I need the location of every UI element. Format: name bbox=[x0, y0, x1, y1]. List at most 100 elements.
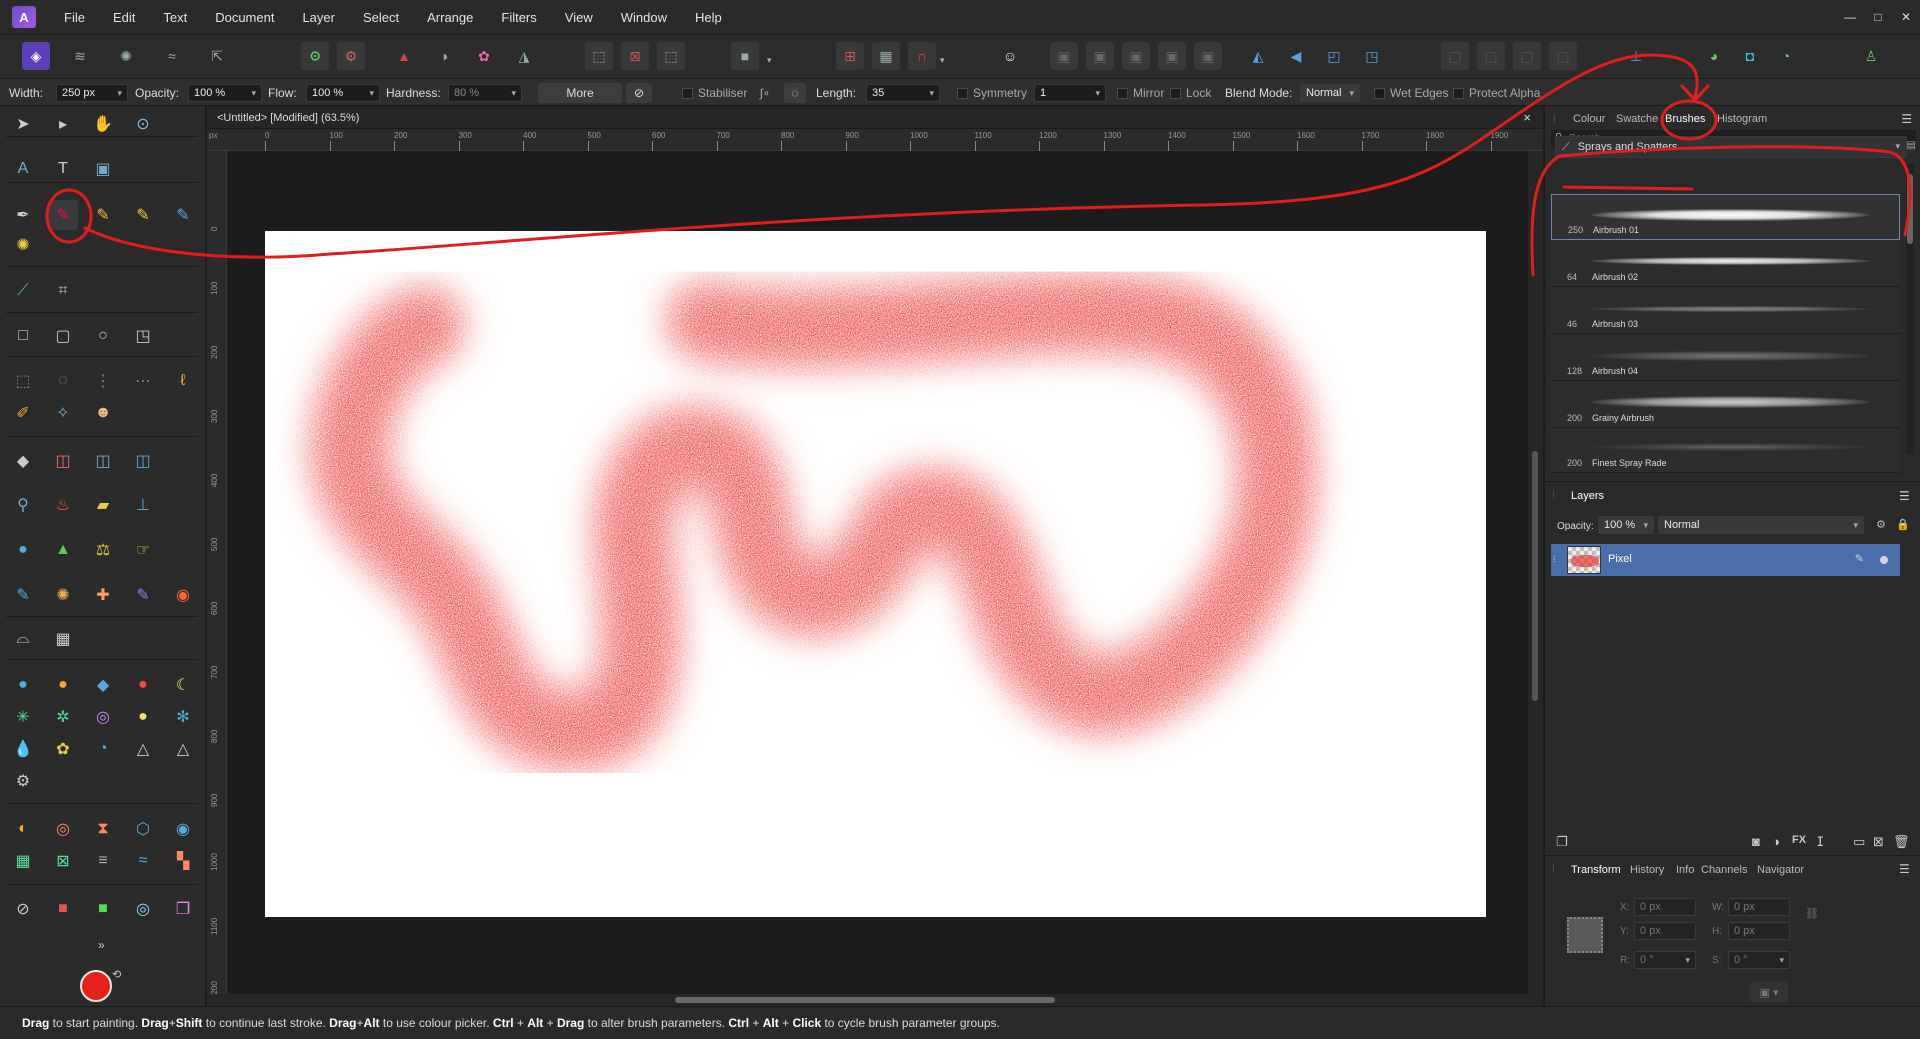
select-all-icon[interactable]: ⬚ bbox=[585, 42, 613, 70]
list-item[interactable]: 250 Airbrush 01 bbox=[1551, 194, 1900, 240]
layers-panel-menu-icon[interactable]: ☰ bbox=[1899, 489, 1910, 503]
auto-white-balance-icon[interactable]: ◮ bbox=[510, 42, 538, 70]
spiral-shape-icon[interactable]: ◐ bbox=[8, 814, 38, 844]
link-aspect-icon[interactable]: ⛓ bbox=[1805, 907, 1819, 920]
develop-persona-icon[interactable]: ✺ bbox=[112, 42, 140, 70]
cube-shape-icon[interactable]: ◆ bbox=[88, 670, 118, 700]
elliptical-marquee-icon[interactable]: ◌ bbox=[48, 366, 78, 396]
triangle-shape-icon[interactable]: △ bbox=[128, 734, 158, 764]
burn-brush-icon[interactable]: ♨ bbox=[48, 490, 78, 520]
liquify-persona-icon[interactable]: ≋ bbox=[66, 42, 94, 70]
segment-shape-icon[interactable]: ◔ bbox=[88, 734, 118, 764]
tab-colour[interactable]: Colour bbox=[1573, 113, 1605, 125]
lock-checkbox[interactable] bbox=[1170, 88, 1181, 99]
anchor-selector[interactable] bbox=[1567, 917, 1603, 953]
live-filters-icon[interactable]: ◘ bbox=[1736, 42, 1764, 70]
ellipse-tool-icon[interactable]: ○ bbox=[88, 321, 118, 351]
red-square-icon[interactable]: ■ bbox=[48, 894, 78, 924]
background-erase-icon[interactable]: ◫ bbox=[88, 446, 118, 476]
hex-shape-icon[interactable]: ⬡ bbox=[128, 814, 158, 844]
flip-vertical-icon[interactable]: ◀ bbox=[1282, 42, 1310, 70]
menu-file[interactable]: File bbox=[64, 10, 85, 25]
trapezoid-shape-icon[interactable]: △ bbox=[168, 734, 198, 764]
list-item[interactable]: 200 Finest Spray Rade bbox=[1551, 429, 1900, 473]
rectangular-marquee-icon[interactable]: ⬚ bbox=[8, 366, 38, 396]
tab-navigator[interactable]: Navigator bbox=[1757, 864, 1804, 876]
snapping-magnet-icon[interactable]: ∩ bbox=[908, 42, 936, 70]
deselect-icon[interactable]: ⊠ bbox=[621, 42, 649, 70]
grid-icon[interactable]: ⊞ bbox=[836, 42, 864, 70]
panel-menu-icon[interactable]: ☰ bbox=[1901, 112, 1912, 126]
menu-edit[interactable]: Edit bbox=[113, 10, 135, 25]
minimize-button[interactable]: — bbox=[1836, 10, 1864, 24]
artistic-text-tool-icon[interactable]: A bbox=[8, 154, 38, 184]
primary-colour-swatch[interactable] bbox=[80, 970, 112, 1002]
layer-expand-icon[interactable]: ⁞ bbox=[1553, 554, 1556, 564]
tab-info[interactable]: Info bbox=[1676, 864, 1694, 876]
crop-tool-icon[interactable]: ⌗ bbox=[48, 276, 78, 306]
swap-colours-icon[interactable]: ⟲ bbox=[112, 968, 121, 981]
chevron-down-icon[interactable]: ▾ bbox=[940, 55, 945, 66]
menu-layer[interactable]: Layer bbox=[302, 10, 335, 25]
tab-channels[interactable]: Channels bbox=[1701, 864, 1747, 876]
live-filter-layer-icon[interactable]: FX bbox=[1792, 834, 1806, 846]
tab-swatches[interactable]: Swatches bbox=[1616, 113, 1658, 125]
blur-brush-icon[interactable]: ● bbox=[8, 535, 38, 565]
tone-mapping-persona-icon[interactable]: ≈ bbox=[158, 42, 186, 70]
more-button[interactable]: More bbox=[538, 83, 622, 103]
brush-list-scrollbar[interactable] bbox=[1906, 164, 1914, 454]
photo-persona-icon[interactable]: ◈ bbox=[22, 42, 50, 70]
snapping-settings-icon[interactable]: ⚙ bbox=[337, 42, 365, 70]
window-mode-icon[interactable]: ◌ bbox=[784, 83, 806, 103]
brush-layer-icon[interactable]: ⵊ bbox=[1817, 834, 1824, 850]
layers-panel-title[interactable]: Layers bbox=[1571, 490, 1604, 502]
cog-shape-icon[interactable]: ✲ bbox=[48, 702, 78, 732]
sun-shape-icon[interactable]: ● bbox=[48, 670, 78, 700]
target-shape-icon[interactable]: ◎ bbox=[48, 814, 78, 844]
column-marquee-icon[interactable]: ⋮ bbox=[88, 366, 118, 396]
symmetry-count-field[interactable]: 1 ▾ bbox=[1034, 84, 1106, 102]
stripes-icon[interactable]: ≡ bbox=[88, 846, 118, 876]
auto-contrast-icon[interactable]: ◑ bbox=[430, 42, 458, 70]
pattern-shape-icon[interactable]: ▚ bbox=[168, 846, 198, 876]
alignment-icon[interactable]: ⊥ bbox=[1622, 42, 1650, 70]
invert-selection-icon[interactable]: ⬚ bbox=[657, 42, 685, 70]
adjustments-icon[interactable]: ◕ bbox=[1700, 42, 1728, 70]
paint-brush-tool-icon[interactable]: ✎ bbox=[48, 200, 78, 230]
quick-mask-icon[interactable]: ■ bbox=[731, 42, 759, 70]
paint-mixer-icon[interactable]: ✺ bbox=[8, 230, 38, 260]
chevron-down-icon[interactable]: ▾ bbox=[767, 55, 772, 66]
sphere-shape-icon[interactable]: ● bbox=[8, 670, 38, 700]
auto-colour-icon[interactable]: ✿ bbox=[470, 42, 498, 70]
x-field[interactable]: 0 px bbox=[1634, 898, 1696, 916]
add-group-icon[interactable]: ▭ bbox=[1853, 834, 1865, 850]
smudge-brush-icon[interactable]: ☞ bbox=[128, 535, 158, 565]
clone-brush-icon[interactable]: ⊥ bbox=[128, 490, 158, 520]
gradient-tool-icon[interactable]: ⟋ bbox=[8, 276, 38, 306]
refine-selection-icon[interactable]: ☻ bbox=[88, 398, 118, 428]
mixer-brush-tool-icon[interactable]: ✎ bbox=[168, 200, 198, 230]
colour-replacement-brush-icon[interactable]: ✎ bbox=[88, 200, 118, 230]
panel-grip-icon[interactable]: ⁞ bbox=[1552, 490, 1555, 501]
tab-transform[interactable]: Transform bbox=[1571, 864, 1621, 876]
panel-grip-icon[interactable]: ⁞ bbox=[1552, 864, 1555, 875]
menu-arrange[interactable]: Arrange bbox=[427, 10, 473, 25]
maximize-button[interactable]: □ bbox=[1864, 10, 1892, 24]
brush-list-scroll-thumb[interactable] bbox=[1907, 174, 1913, 244]
menu-help[interactable]: Help bbox=[695, 10, 722, 25]
flip-horizontal-icon[interactable]: ◭ bbox=[1244, 42, 1272, 70]
circle-stack-icon[interactable]: ◉ bbox=[168, 814, 198, 844]
red-eye-tool-icon[interactable]: ✎ bbox=[128, 580, 158, 610]
wave-shape-icon[interactable]: ≈ bbox=[128, 846, 158, 876]
layers-bottom-copy-icon[interactable]: ❐ bbox=[1556, 834, 1568, 850]
guides-icon[interactable]: ▦ bbox=[872, 42, 900, 70]
y-field[interactable]: 0 px bbox=[1634, 922, 1696, 940]
rectangle-tool-icon[interactable]: □ bbox=[8, 321, 38, 351]
more-tools-button[interactable]: » bbox=[98, 938, 105, 952]
row-marquee-icon[interactable]: ⋯ bbox=[128, 366, 158, 396]
flood-select-icon[interactable]: ✧ bbox=[48, 398, 78, 428]
layer-lock-icon[interactable]: 🔒 bbox=[1896, 518, 1910, 531]
ring-icon[interactable]: ◎ bbox=[128, 894, 158, 924]
close-window-button[interactable]: ✕ bbox=[1892, 10, 1920, 24]
document-tab[interactable]: <Untitled> [Modified] (63.5%) × bbox=[207, 107, 1543, 129]
